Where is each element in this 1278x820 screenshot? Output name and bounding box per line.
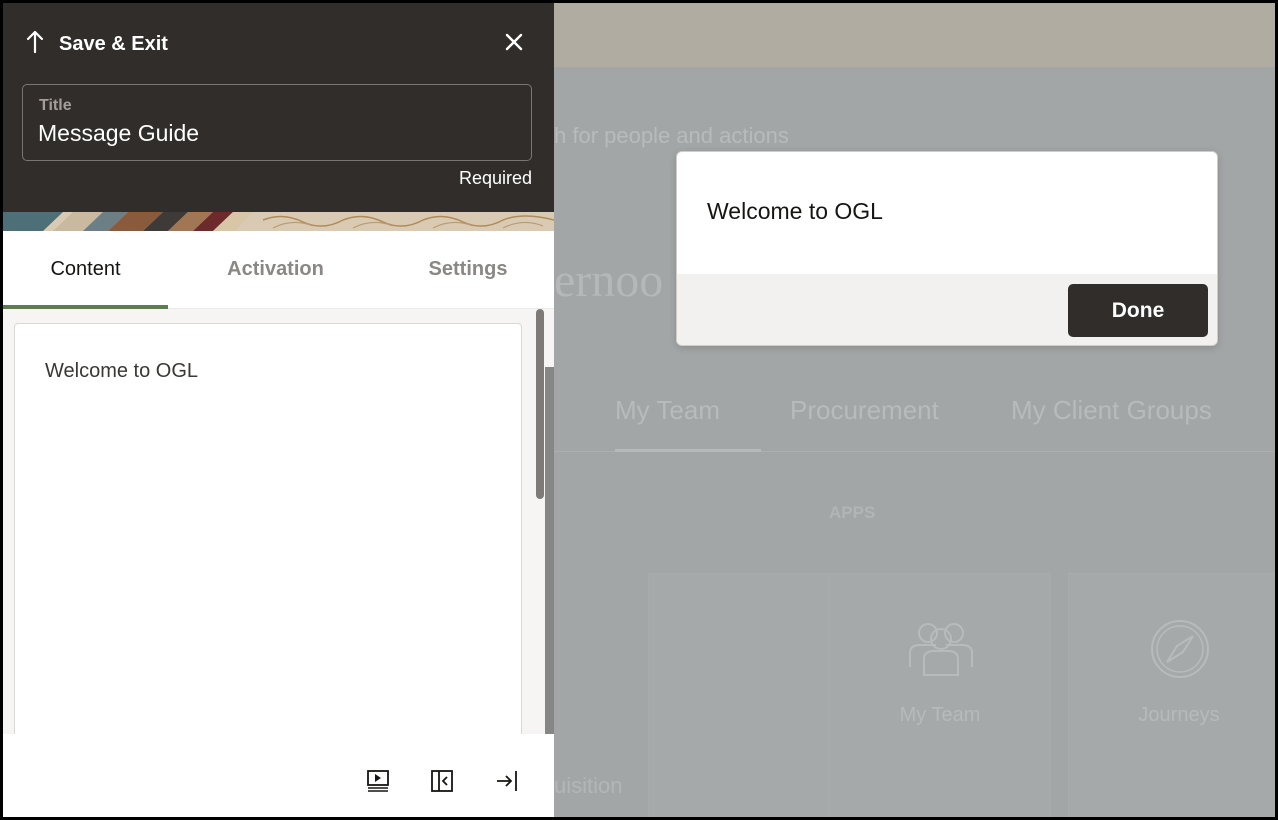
message-editor[interactable]: Welcome to OGL	[14, 323, 522, 753]
panel-tabs: Content Activation Settings	[3, 231, 554, 309]
panel-header: Save & Exit Title Required	[3, 3, 554, 216]
decorative-banner	[3, 212, 554, 231]
tab-settings[interactable]: Settings	[388, 231, 548, 309]
content-area: Welcome to OGL	[3, 309, 554, 753]
scrollbar-thumb[interactable]	[536, 309, 544, 499]
collapse-panel-icon[interactable]	[430, 769, 454, 793]
background-tab-my-client-groups: My Client Groups	[1011, 395, 1212, 425]
panel-footer	[3, 734, 554, 817]
message-popup: Welcome to OGL Done	[676, 151, 1218, 346]
background-topbar	[554, 3, 1275, 67]
dock-right-icon[interactable]	[495, 769, 519, 793]
title-field-label: Title	[39, 97, 72, 114]
done-button[interactable]: Done	[1068, 284, 1208, 337]
background-app-card-journeys: Journeys	[1068, 573, 1275, 817]
guide-editor-panel: Save & Exit Title Required Content	[3, 3, 554, 817]
background-card-label: Journeys	[1138, 704, 1220, 726]
background-tab-underline	[615, 449, 761, 452]
save-exit-button[interactable]: Save & Exit	[59, 33, 168, 56]
required-hint: Required	[458, 168, 532, 188]
popup-footer: Done	[677, 274, 1217, 345]
title-field[interactable]: Title	[22, 84, 532, 161]
background-search-placeholder: h for people and actions	[554, 123, 789, 148]
background-apps-label: APPS	[829, 503, 876, 522]
background-greeting: ernoo	[554, 254, 664, 307]
background-bottom-text: uisition	[554, 773, 623, 798]
app-window: h for people and actions ernoo My Team P…	[0, 0, 1278, 820]
background-card-label: My Team	[899, 704, 981, 726]
editor-text[interactable]: Welcome to OGL	[45, 360, 198, 383]
popup-message: Welcome to OGL	[707, 198, 883, 224]
preview-icon[interactable]	[366, 769, 390, 793]
background-tab-my-team: My Team	[615, 395, 720, 425]
background-tab-procurement: Procurement	[790, 395, 939, 425]
close-icon[interactable]	[501, 29, 527, 55]
arrow-up-icon[interactable]	[23, 29, 47, 55]
compass-icon	[1151, 620, 1209, 678]
team-icon	[909, 623, 973, 676]
overlay-edge	[545, 367, 554, 734]
background-app-card-my-team: My Team	[829, 573, 1051, 817]
title-input[interactable]	[38, 120, 518, 147]
tab-content[interactable]: Content	[3, 231, 168, 309]
tab-activation[interactable]: Activation	[193, 231, 358, 309]
